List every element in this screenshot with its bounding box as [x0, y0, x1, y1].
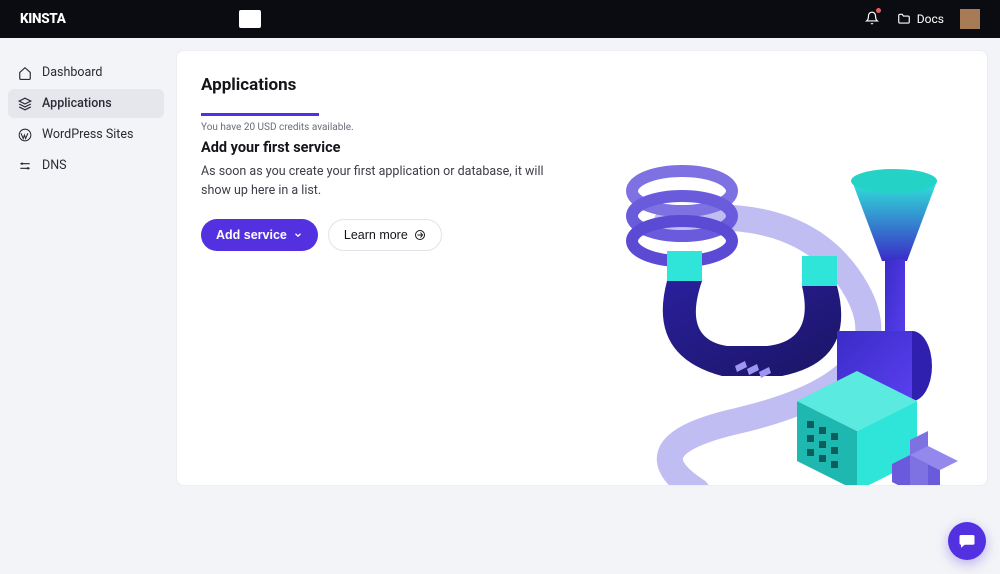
- dns-icon: [18, 159, 32, 173]
- sidebar-item-label: DNS: [42, 158, 67, 173]
- sidebar-item-label: Applications: [42, 96, 112, 111]
- home-icon: [18, 66, 32, 80]
- sidebar: Dashboard Applications WordPress Sites D…: [0, 38, 172, 574]
- chat-icon: [958, 532, 976, 550]
- learn-more-label: Learn more: [344, 228, 408, 242]
- bell-icon: [865, 11, 879, 25]
- notifications-button[interactable]: [865, 10, 879, 29]
- chevron-down-icon: [293, 230, 303, 240]
- user-avatar[interactable]: [960, 9, 980, 29]
- layers-icon: [18, 97, 32, 111]
- sidebar-item-applications[interactable]: Applications: [8, 89, 164, 118]
- external-link-icon: [414, 229, 426, 241]
- svg-text:KINSTA: KINSTA: [20, 12, 67, 26]
- brand-logo[interactable]: KINSTA: [20, 12, 84, 26]
- sidebar-item-dns[interactable]: DNS: [8, 151, 164, 180]
- main-area: Applications You have 20 USD credits ava…: [172, 38, 1000, 574]
- docs-label: Docs: [917, 12, 944, 26]
- empty-state-illustration: [607, 141, 977, 486]
- top-selector[interactable]: [239, 10, 261, 28]
- body-text: As soon as you create your first applica…: [201, 162, 561, 201]
- folder-icon: [897, 12, 911, 26]
- accent-bar: [201, 113, 319, 116]
- kinsta-logo-mark: KINSTA: [20, 12, 84, 26]
- sidebar-item-label: Dashboard: [42, 65, 102, 80]
- add-service-button[interactable]: Add service: [201, 219, 318, 251]
- page-title: Applications: [201, 75, 963, 95]
- chat-widget-button[interactable]: [948, 522, 986, 560]
- sidebar-item-label: WordPress Sites: [42, 127, 133, 142]
- credits-text: You have 20 USD credits available.: [201, 122, 963, 133]
- top-bar: KINSTA Docs: [0, 0, 1000, 38]
- sidebar-item-dashboard[interactable]: Dashboard: [8, 58, 164, 87]
- add-service-label: Add service: [216, 228, 287, 242]
- applications-card: Applications You have 20 USD credits ava…: [176, 50, 988, 486]
- docs-link[interactable]: Docs: [897, 12, 944, 26]
- sidebar-item-wordpress[interactable]: WordPress Sites: [8, 120, 164, 149]
- notification-dot: [876, 8, 881, 13]
- wordpress-icon: [18, 128, 32, 142]
- learn-more-button[interactable]: Learn more: [328, 219, 442, 251]
